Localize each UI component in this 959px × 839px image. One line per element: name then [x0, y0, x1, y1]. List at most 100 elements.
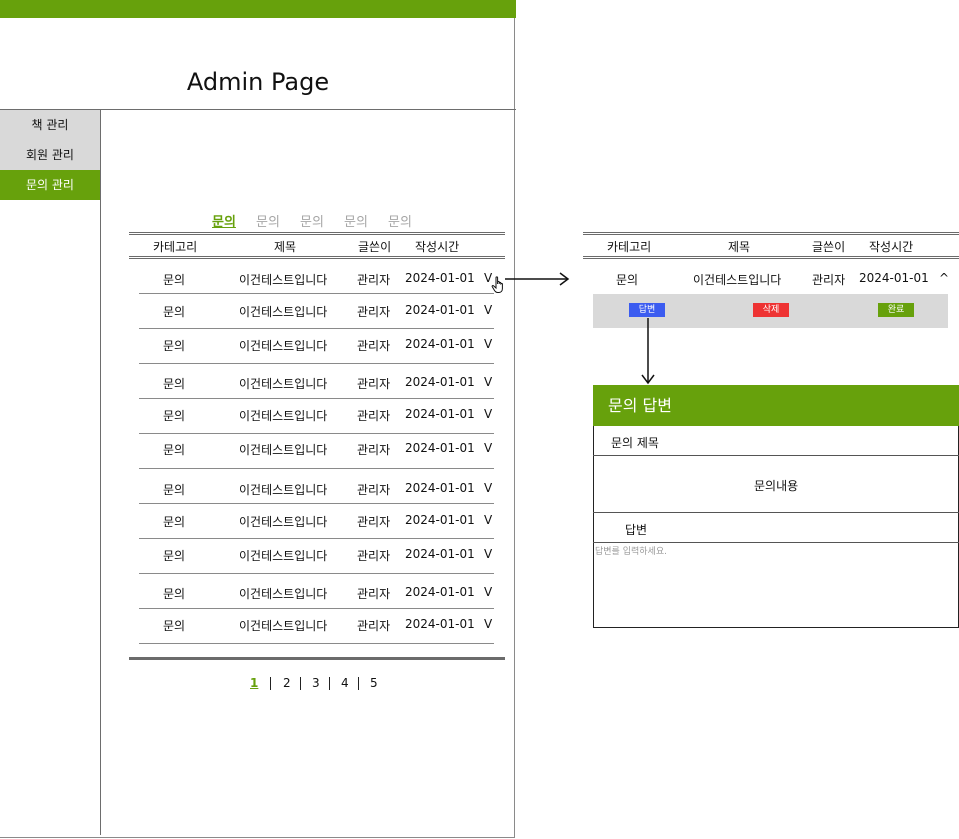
row-category: 문의 — [163, 483, 186, 497]
row-date: 2024-01-01 — [859, 271, 929, 285]
modal-divider — [593, 542, 959, 543]
table-row[interactable]: 문의 이건테스트입니다 관리자 2024-01-01 V — [139, 612, 494, 636]
row-title: 이건테스트입니다 — [239, 273, 328, 287]
row-date: 2024-01-01 — [405, 337, 475, 351]
row-date: 2024-01-01 — [405, 481, 475, 495]
expand-chevron-icon[interactable]: V — [484, 441, 492, 455]
tab-inquiry-4[interactable]: 문의 — [344, 211, 368, 230]
row-divider — [139, 503, 494, 504]
row-divider — [139, 608, 494, 609]
pagination-separator — [358, 677, 359, 690]
answer-input[interactable] — [595, 544, 955, 624]
row-category: 문의 — [163, 515, 186, 529]
answer-button[interactable]: 답변 — [629, 303, 665, 317]
detail-table-top-border — [583, 232, 959, 235]
row-category: 문의 — [616, 273, 639, 287]
row-title: 이건테스트입니다 — [693, 273, 782, 287]
expand-chevron-icon[interactable]: V — [484, 513, 492, 527]
arrow-down-icon — [641, 318, 655, 385]
page-5-link[interactable]: 5 — [370, 676, 378, 690]
sidebar-item-label: 회원 관리 — [26, 148, 74, 162]
row-title: 이건테스트입니다 — [239, 443, 328, 457]
column-header-author: 글쓴이 — [358, 240, 392, 254]
row-author: 관리자 — [357, 339, 391, 353]
table-row[interactable]: 문의 이건테스트입니다 관리자 2024-01-01 V — [139, 508, 494, 532]
detail-table-header-border — [583, 256, 959, 259]
row-category: 문의 — [163, 339, 186, 353]
table-row[interactable]: 문의 이건테스트입니다 관리자 2024-01-01 V — [139, 370, 494, 394]
row-divider — [139, 538, 494, 539]
row-date: 2024-01-01 — [405, 407, 475, 421]
expand-chevron-icon[interactable]: V — [484, 481, 492, 495]
modal-divider — [593, 455, 959, 456]
row-divider — [139, 573, 494, 574]
table-row[interactable]: 문의 이건테스트입니다 관리자 2024-01-01 V — [139, 402, 494, 426]
modal-title: 문의 답변 — [593, 385, 959, 426]
row-author: 관리자 — [357, 443, 391, 457]
row-category: 문의 — [163, 305, 186, 319]
row-date: 2024-01-01 — [405, 513, 475, 527]
row-title: 이건테스트입니다 — [239, 409, 328, 423]
table-row[interactable]: 문의 이건테스트입니다 관리자 2024-01-01 V — [139, 476, 494, 500]
expand-chevron-icon[interactable]: V — [484, 303, 492, 317]
row-divider — [139, 363, 494, 364]
expand-chevron-icon[interactable]: V — [484, 547, 492, 561]
inquiry-content: 문의내용 — [754, 479, 799, 493]
row-author: 관리자 — [357, 549, 391, 563]
sidebar-item-inquiry-management[interactable]: 문의 관리 — [0, 170, 100, 200]
expand-chevron-icon[interactable]: V — [484, 375, 492, 389]
page-4-link[interactable]: 4 — [341, 676, 349, 690]
page-3-link[interactable]: 3 — [312, 676, 320, 690]
row-author: 관리자 — [357, 377, 391, 391]
expand-chevron-icon[interactable]: V — [484, 337, 492, 351]
table-row[interactable]: 문의 이건테스트입니다 관리자 2024-01-01 V — [139, 542, 494, 566]
tab-inquiry-5[interactable]: 문의 — [388, 211, 412, 230]
expand-chevron-icon[interactable]: V — [484, 407, 492, 421]
table-row[interactable]: 문의 이건테스트입니다 관리자 2024-01-01 V — [139, 266, 494, 290]
column-header-title: 제목 — [274, 240, 297, 254]
collapse-chevron-icon[interactable]: ^ — [939, 271, 949, 285]
table-header-border — [129, 256, 505, 259]
expand-chevron-icon[interactable]: V — [484, 617, 492, 631]
inquiry-subject-label: 문의 제목 — [611, 436, 659, 450]
table-row[interactable]: 문의 이건테스트입니다 관리자 2024-01-01 V — [139, 298, 494, 322]
row-title: 이건테스트입니다 — [239, 549, 328, 563]
answer-label: 답변 — [625, 523, 648, 537]
pagination-separator — [270, 677, 271, 690]
row-date: 2024-01-01 — [405, 547, 475, 561]
sidebar-item-book-management[interactable]: 책 관리 — [0, 110, 100, 140]
column-header-category: 카테고리 — [153, 240, 198, 254]
sidebar-item-label: 문의 관리 — [26, 178, 74, 192]
tab-inquiry-1[interactable]: 문의 — [212, 211, 236, 230]
pagination-separator — [300, 677, 301, 690]
row-title: 이건테스트입니다 — [239, 305, 328, 319]
sidebar-divider — [100, 110, 101, 835]
row-title: 이건테스트입니다 — [239, 377, 328, 391]
tab-inquiry-3[interactable]: 문의 — [300, 211, 324, 230]
table-bottom-border — [129, 657, 505, 660]
row-author: 관리자 — [812, 273, 846, 287]
table-row[interactable]: 문의 이건테스트입니다 관리자 2024-01-01 V — [139, 436, 494, 460]
row-category: 문의 — [163, 587, 186, 601]
row-title: 이건테스트입니다 — [239, 619, 328, 633]
complete-button[interactable]: 완료 — [878, 303, 914, 317]
detail-column-header-category: 카테고리 — [607, 240, 652, 254]
delete-button[interactable]: 삭제 — [753, 303, 789, 317]
row-date: 2024-01-01 — [405, 303, 475, 317]
expanded-table-row[interactable]: 문의 이건테스트입니다 관리자 2024-01-01 ^ — [593, 266, 949, 292]
tab-inquiry-2[interactable]: 문의 — [256, 211, 280, 230]
expand-chevron-icon[interactable]: V — [484, 585, 492, 599]
row-title: 이건테스트입니다 — [239, 339, 328, 353]
sidebar-item-member-management[interactable]: 회원 관리 — [0, 140, 100, 170]
table-row[interactable]: 문의 이건테스트입니다 관리자 2024-01-01 V — [139, 332, 494, 356]
table-row[interactable]: 문의 이건테스트입니다 관리자 2024-01-01 V — [139, 580, 494, 604]
page-1-link[interactable]: 1 — [250, 676, 258, 690]
page-title: Admin Page — [186, 68, 330, 96]
row-title: 이건테스트입니다 — [239, 483, 328, 497]
row-date: 2024-01-01 — [405, 375, 475, 389]
page-2-link[interactable]: 2 — [283, 676, 291, 690]
row-title: 이건테스트입니다 — [239, 515, 328, 529]
detail-column-header-date: 작성시간 — [869, 240, 914, 254]
row-category: 문의 — [163, 273, 186, 287]
row-date: 2024-01-01 — [405, 271, 475, 285]
